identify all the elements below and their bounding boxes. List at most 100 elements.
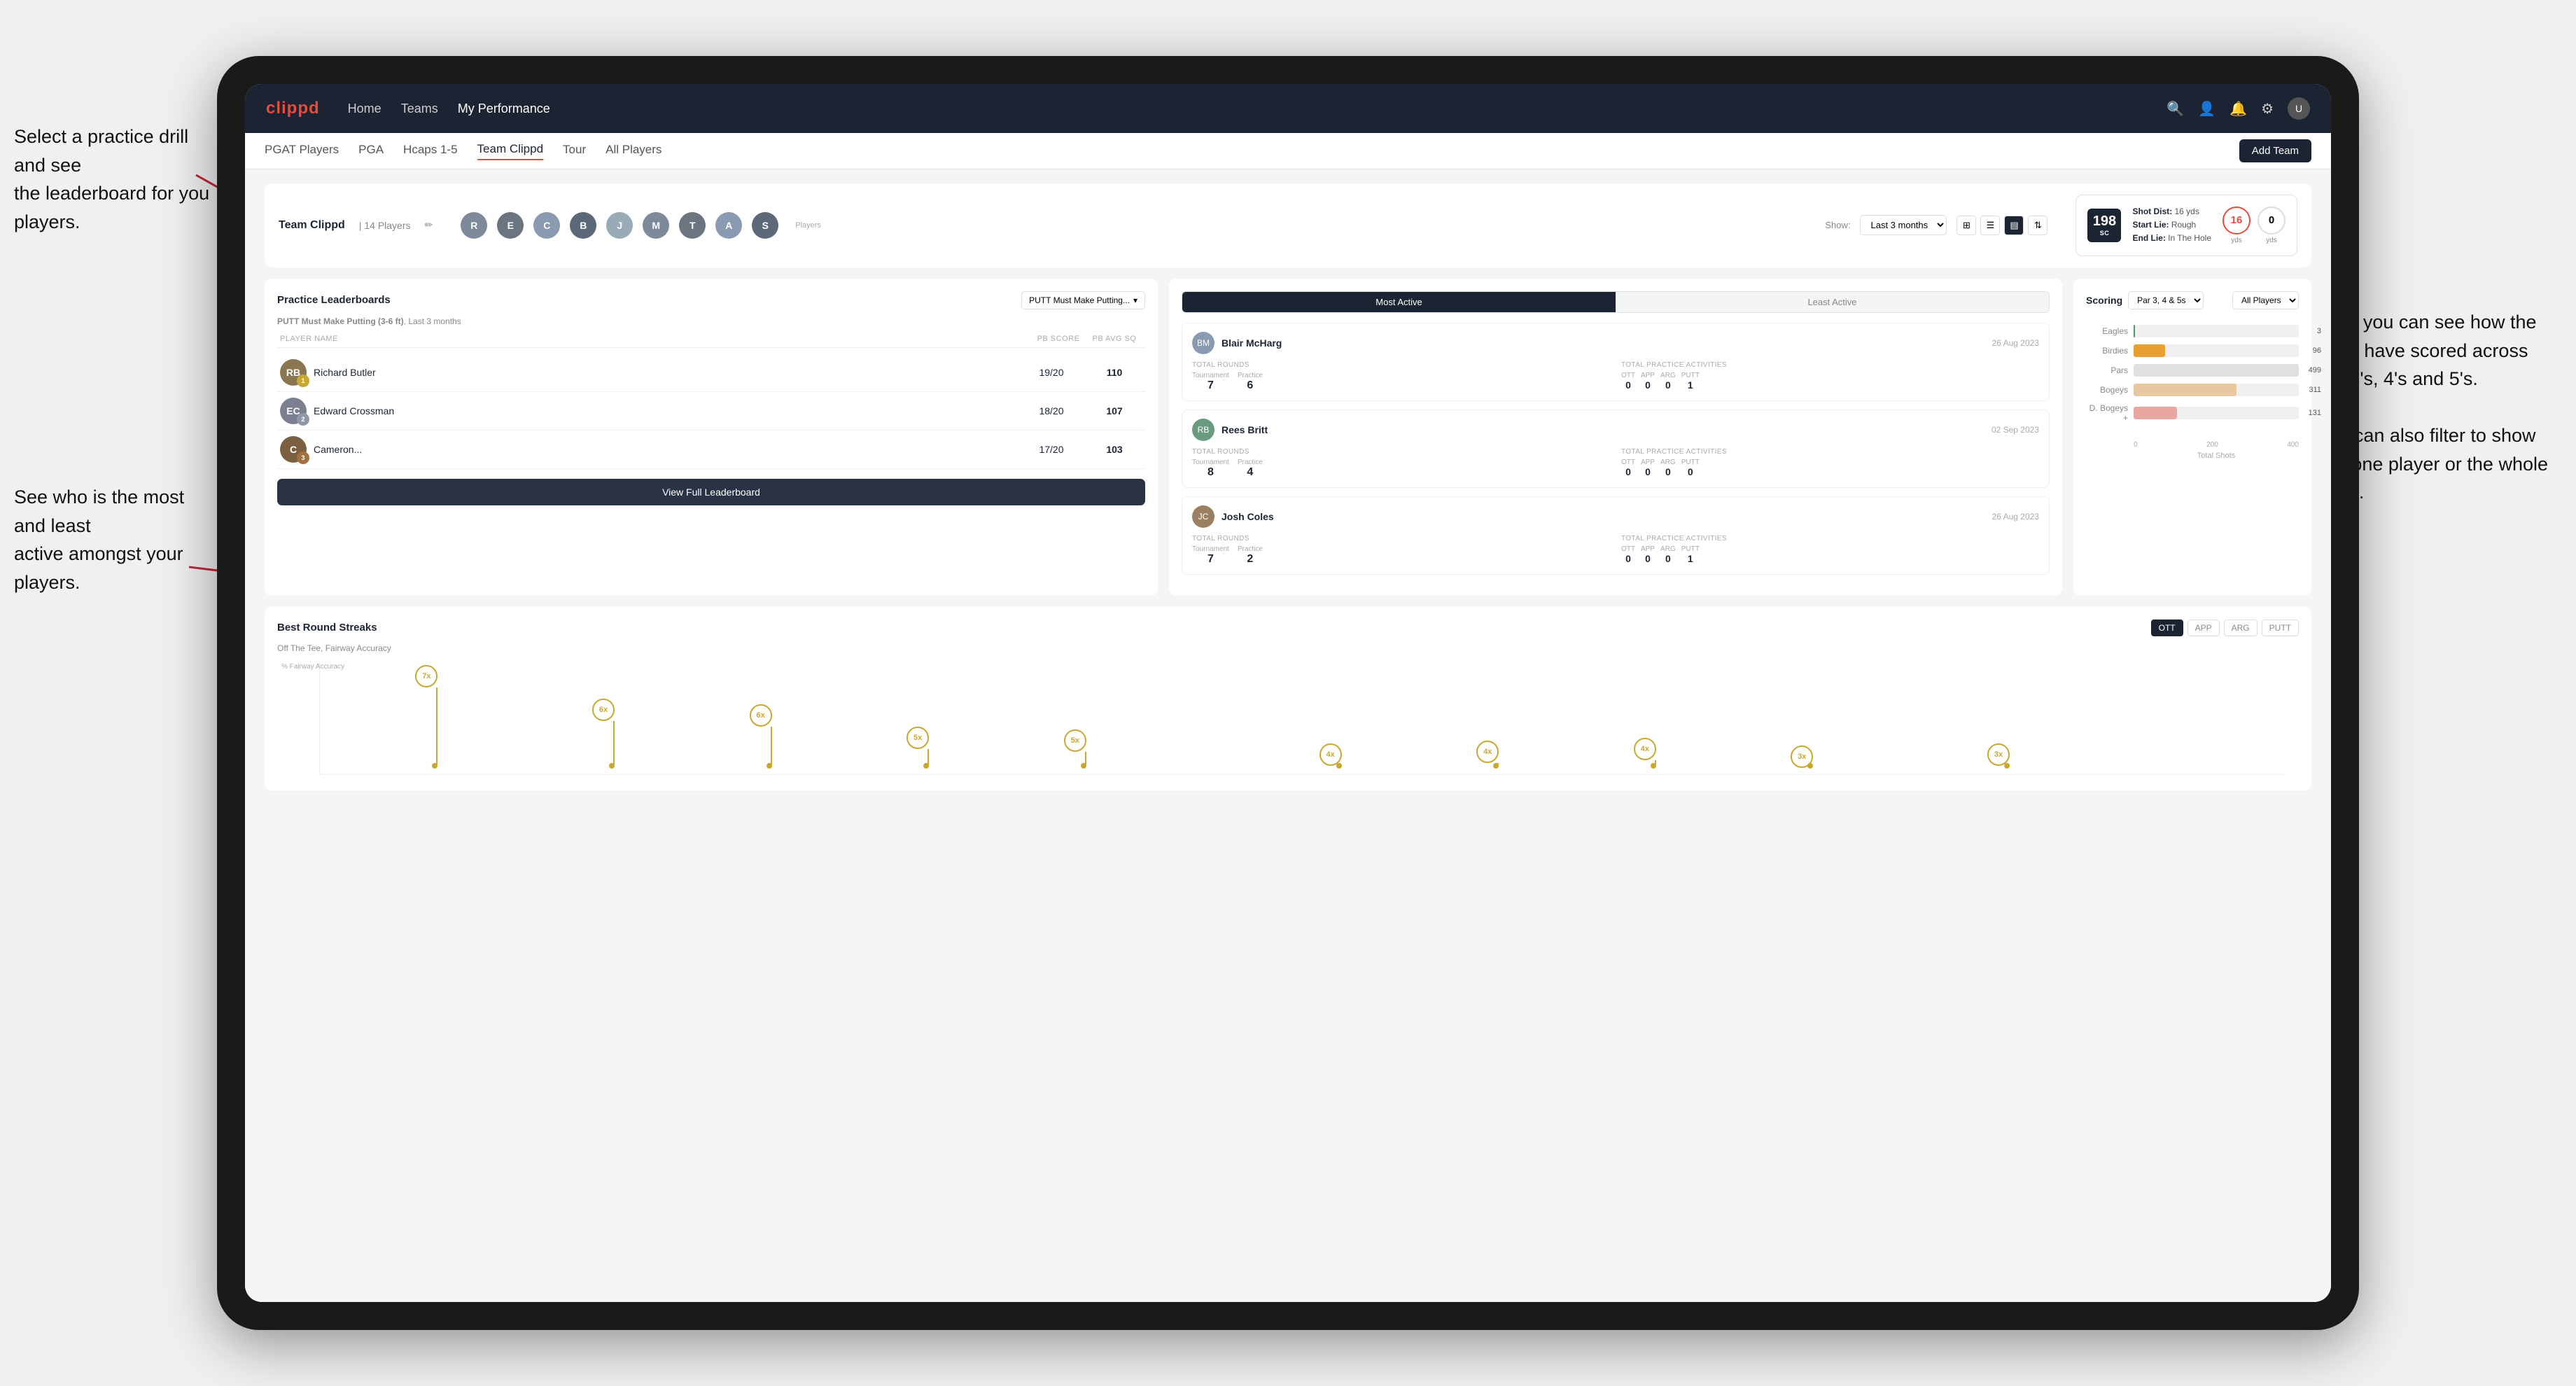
bar-fill [2134,407,2177,419]
nav-my-performance[interactable]: My Performance [458,102,550,116]
bell-icon[interactable]: 🔔 [2230,100,2247,118]
view-full-leaderboard-button[interactable]: View Full Leaderboard [277,479,1145,505]
streak-dot-base [1336,763,1342,769]
show-select[interactable]: Last 3 months Last 6 months Last year [1860,215,1947,235]
detail-view-icon[interactable]: ▤ [2004,216,2024,235]
leaderboard-col-headers: PLAYER NAME PB SCORE PB AVG SQ [277,335,1145,348]
annotation-top-left: Select a practice drill and seethe leade… [14,122,217,236]
bar-label: Eagles [2086,326,2128,336]
avatar[interactable]: U [2288,97,2310,120]
lb-rank-badge-2: 2 [297,413,309,426]
team-edit-icon[interactable]: ✏ [425,219,433,231]
pac-practice-1: 6 [1247,379,1253,392]
subnav-hcaps[interactable]: Hcaps 1-5 [403,143,457,160]
lb-avatar-3: C 3 [280,436,307,463]
col-pb-avg: PB AVG SQ [1086,335,1142,343]
nav-teams[interactable]: Teams [401,102,438,116]
grid-view-icon[interactable]: ⊞ [1956,216,1976,235]
yds-end: 0 yds [2258,206,2286,244]
leaderboard-title: Practice Leaderboards [277,294,391,306]
nav-links: Home Teams My Performance [348,102,550,116]
drill-dropdown[interactable]: PUTT Must Make Putting... ▾ [1021,291,1145,309]
tab-least-active[interactable]: Least Active [1616,292,2049,312]
scoring-filter-players[interactable]: All Players [2232,291,2299,309]
subnav-pgat[interactable]: PGAT Players [265,143,339,160]
streak-chart: % Fairway Accuracy 7x 6x 6x 5x 5x 4x 4x … [319,663,2285,775]
player-avatar-2[interactable]: E [497,212,524,239]
col-player-name: PLAYER NAME [280,335,1030,343]
streak-btn-putt[interactable]: PUTT [2262,620,2299,636]
bar-val: 96 [2313,344,2321,357]
player-avatar-9[interactable]: S [752,212,778,239]
bar-track: 499 [2134,364,2299,377]
lb-rank-badge-1: 1 [297,374,309,387]
leaderboard-row-1[interactable]: RB 1 Richard Butler 19/20 110 [277,354,1145,392]
subnav-tour[interactable]: Tour [563,143,586,160]
player-avatar-4[interactable]: B [570,212,596,239]
subnav-pga[interactable]: PGA [358,143,384,160]
list-view-icon[interactable]: ☰ [1980,216,2000,235]
bar-row-bogeys: Bogeys 311 [2086,384,2299,396]
yds-start-val: 16 [2222,206,2250,234]
yds-end-val: 0 [2258,206,2286,234]
streaks-panel: Best Round Streaks OTT APP ARG PUTT Off … [265,607,2311,790]
streak-dot-line [436,687,438,764]
tab-most-active[interactable]: Most Active [1182,292,1616,312]
settings-icon[interactable]: ⚙ [2261,100,2274,118]
streak-dot-circle: 4x [1476,741,1499,763]
player-avatar-8[interactable]: A [715,212,742,239]
pac-header-3: JC Josh Coles 26 Aug 2023 [1192,505,2039,528]
player-avatar-3[interactable]: C [533,212,560,239]
streak-dot-circle: 6x [592,699,615,721]
scoring-filter-par[interactable]: Par 3, 4 & 5s [2128,291,2204,309]
streak-btn-arg[interactable]: ARG [2224,620,2258,636]
bar-row-pars: Pars 499 [2086,364,2299,377]
add-team-button[interactable]: Add Team [2239,139,2311,162]
bar-track: 3 [2134,325,2299,337]
person-icon[interactable]: 👤 [2198,100,2216,118]
subnav-team-clippd[interactable]: Team Clippd [477,142,544,160]
bar-row-birdies: Birdies 96 [2086,344,2299,357]
leaderboard-row-3[interactable]: C 3 Cameron... 17/20 103 [277,430,1145,469]
lb-rank-badge-3: 3 [297,451,309,464]
practice-leaderboards-panel: Practice Leaderboards PUTT Must Make Put… [265,279,1158,596]
pac-name-2: Rees Britt [1222,424,1268,435]
streak-btn-app[interactable]: APP [2188,620,2220,636]
streak-dot-line [1085,752,1086,764]
bar-track: 96 [2134,344,2299,357]
streak-btn-ott[interactable]: OTT [2151,620,2183,636]
sort-icon[interactable]: ⇅ [2028,216,2047,235]
annotation-bottom-left: See who is the most and leastactive amon… [14,483,203,596]
pac-avatar-3: JC [1192,505,1214,528]
player-avatar-1[interactable]: R [461,212,487,239]
pac-total-rounds-2: Total Rounds Tournament 8 Practice 4 [1192,448,1610,479]
scoring-title: Scoring [2086,295,2122,306]
lb-avg-3: 103 [1086,444,1142,455]
nav-home[interactable]: Home [348,102,382,116]
leaderboard-row-2[interactable]: EC 2 Edward Crossman 18/20 107 [277,392,1145,430]
pac-avatar-1: BM [1192,332,1214,354]
pac-total-rounds-3: Total Rounds Tournament 7 Practice 2 [1192,535,1610,566]
shot-number: 198 SC [2087,209,2121,242]
player-avatar-5[interactable]: J [606,212,633,239]
player-avatar-6[interactable]: M [643,212,669,239]
nav-icons: 🔍 👤 🔔 ⚙ U [2166,97,2310,120]
bar-label: D. Bogeys + [2086,403,2128,423]
bar-val: 131 [2309,407,2321,419]
player-avatar-7[interactable]: T [679,212,706,239]
y-axis-label: % Fairway Accuracy [281,663,344,671]
leaderboard-subtitle: PUTT Must Make Putting (3-6 ft), Last 3 … [277,316,1145,326]
streak-dot-circle: 5x [1064,729,1086,752]
yds-end-label: yds [2266,237,2277,244]
subnav-all-players[interactable]: All Players [606,143,662,160]
bar-fill [2134,344,2165,357]
streak-dot-circle: 4x [1634,738,1656,760]
streak-dot-base [432,763,438,769]
tablet-frame: clippd Home Teams My Performance 🔍 👤 🔔 ⚙… [217,56,2359,1330]
team-title: Team Clippd [279,219,345,232]
search-icon[interactable]: 🔍 [2166,100,2184,118]
lb-avatar-2: EC 2 [280,398,307,424]
main-content: Team Clippd | 14 Players ✏ R E C B J M T… [245,169,2331,1302]
bar-label: Birdies [2086,346,2128,356]
show-label: Show: [1825,220,1850,230]
